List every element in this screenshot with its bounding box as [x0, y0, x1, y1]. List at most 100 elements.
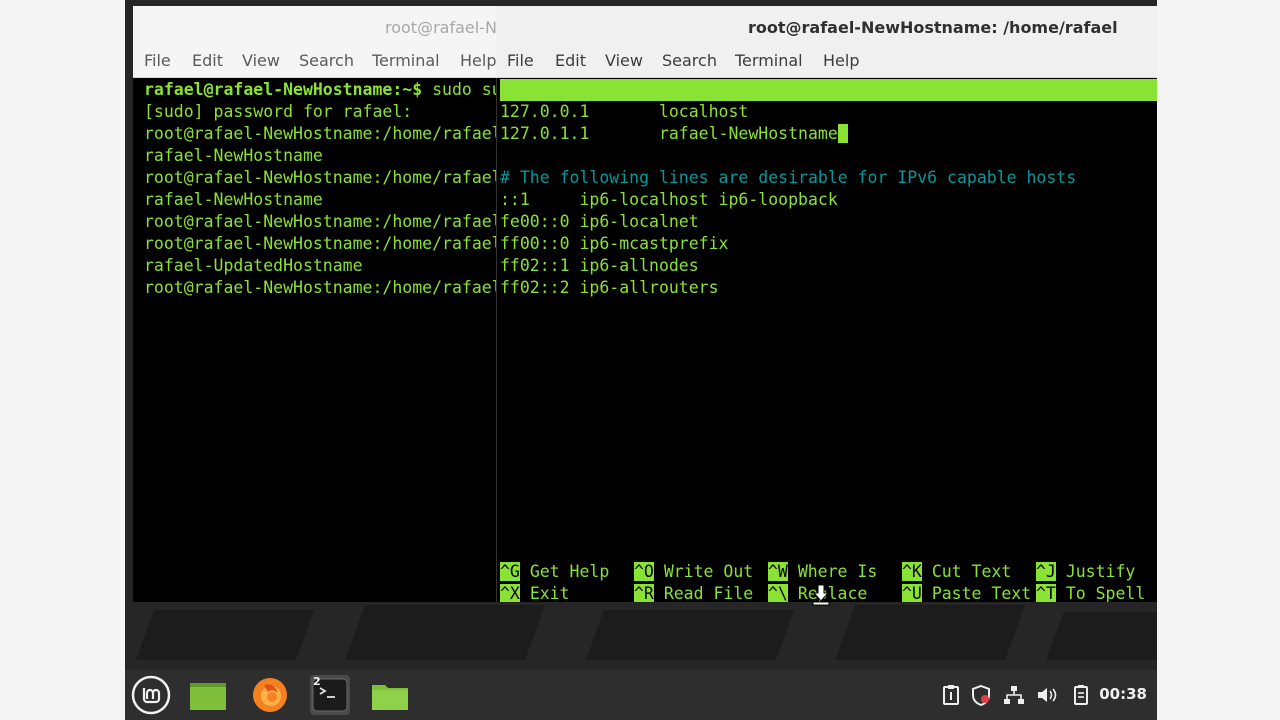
front-terminal-window[interactable]: root@rafael-NewHostname: /home/rafael Fi…	[496, 6, 1157, 602]
show-desktop-icon	[190, 683, 226, 710]
shortcut-key: ^U	[902, 584, 922, 602]
window-title: root@rafael-NewHostname: /home/rafael	[385, 18, 513, 37]
wallpaper-tile	[135, 610, 315, 660]
terminal-taskbar-button[interactable]: 2	[310, 675, 350, 715]
prompt-command: sudo su	[432, 80, 502, 99]
window-title: root@rafael-NewHostname: /home/rafael	[748, 18, 1118, 37]
window-titlebar[interactable]: root@rafael-NewHostname: /home/rafael	[133, 6, 513, 46]
terminal-line: root@rafael-NewHostname:/home/rafael# ho…	[144, 168, 512, 187]
menu-bar: File Edit View Search Terminal Help	[496, 46, 1157, 78]
terminal-line: root@rafael-NewHostname:/home/rafael# na…	[144, 278, 512, 297]
file-comment-line: # The following lines are desirable for …	[500, 168, 1077, 187]
show-desktop-button[interactable]	[188, 675, 228, 715]
shortcut-key: ^G	[500, 562, 520, 581]
shortcut-label: To Spell	[1065, 584, 1146, 602]
menu-bar: File Edit View Search Terminal Help	[133, 46, 513, 78]
shortcut-label: Write Out	[663, 562, 754, 581]
shortcut-write-out[interactable]: ^O Write Out	[634, 561, 753, 583]
clipboard-icon[interactable]	[940, 684, 962, 706]
shortcut-key: ^R	[634, 584, 654, 602]
file-line: ff00::0 ip6-mcastprefix	[500, 234, 729, 253]
file-line: ff02::2 ip6-allrouters	[500, 278, 719, 297]
shortcut-read-file[interactable]: ^R Read File	[634, 583, 753, 602]
shortcut-key: ^K	[902, 562, 922, 581]
file-line: 127.0.0.1 localhost	[500, 102, 749, 121]
nano-filename: /etc/hosts	[881, 124, 981, 143]
clock[interactable]: 00:38	[1099, 685, 1147, 703]
file-line-current: 127.0.1.1 rafael-NewHostname	[500, 123, 848, 145]
menu-help[interactable]: Help	[460, 51, 496, 71]
menu-file[interactable]: File	[144, 51, 171, 71]
terminal-line: root@rafael-NewHostname:/home/rafael# ho…	[144, 234, 512, 253]
terminal-line: root@rafael-NewHostname:/home/rafael# ho…	[144, 124, 512, 143]
menu-terminal[interactable]: Terminal	[735, 51, 803, 71]
shortcut-key: ^J	[1036, 562, 1056, 581]
mouse-cursor-icon	[812, 584, 830, 606]
file-line: ff02::1 ip6-allnodes	[500, 256, 699, 275]
wallpaper-tile	[834, 605, 1026, 660]
volume-icon[interactable]	[1036, 684, 1058, 706]
mint-menu-button[interactable]	[131, 675, 171, 715]
taskbar: 2 00:38	[125, 670, 1157, 720]
file-line: fe00::0 ip6-localnet	[500, 212, 699, 231]
network-icon[interactable]	[1003, 684, 1025, 706]
mint-menu-icon	[131, 675, 171, 715]
shortcut-label: Where Is	[797, 562, 878, 581]
menu-view[interactable]: View	[605, 51, 643, 71]
file-line: ::1 ip6-localhost ip6-loopback	[500, 190, 838, 209]
menu-edit[interactable]: Edit	[555, 51, 586, 71]
shield-icon[interactable]	[970, 684, 992, 707]
shortcut-where-is[interactable]: ^W Where Is	[768, 561, 877, 583]
shortcut-get-help[interactable]: ^G Get Help	[500, 561, 609, 583]
menu-help[interactable]: Help	[823, 51, 859, 71]
nano-header-bar: GNU nano 4.8 /etc/hosts	[500, 79, 1157, 143]
shortcut-justify[interactable]: ^J Justify	[1036, 561, 1135, 583]
wallpaper-tile	[585, 610, 795, 660]
shortcut-exit[interactable]: ^X Exit	[500, 583, 570, 602]
files-button[interactable]	[370, 675, 410, 715]
firefox-button[interactable]	[250, 675, 290, 715]
shortcut-label: Get Help	[529, 562, 610, 581]
shortcut-key: ^\	[768, 584, 788, 602]
menu-view[interactable]: View	[242, 51, 280, 71]
menu-search[interactable]: Search	[662, 51, 717, 71]
text-cursor	[837, 124, 848, 143]
desktop: root@rafael-NewHostname: /home/rafael Fi…	[125, 0, 1157, 720]
menu-file[interactable]: File	[507, 51, 534, 71]
terminal-line: root@rafael-NewHostname:/home/rafael# ho…	[144, 212, 512, 231]
terminal-line: rafael-NewHostname	[144, 190, 323, 209]
window-titlebar[interactable]: root@rafael-NewHostname: /home/rafael	[496, 6, 1157, 46]
shortcut-key: ^X	[500, 584, 520, 602]
menu-edit[interactable]: Edit	[192, 51, 223, 71]
file-line: 127.0.1.1 rafael-NewHostname	[500, 124, 838, 143]
shortcut-label: Cut Text	[931, 562, 1012, 581]
terminal-prompt-line: rafael@rafael-NewHostname:~$ sudo su	[144, 79, 502, 101]
shortcut-label: Replace	[797, 584, 868, 602]
firefox-icon	[253, 678, 287, 712]
menu-terminal[interactable]: Terminal	[372, 51, 440, 71]
terminal-line: rafael-NewHostname	[144, 146, 323, 165]
terminal-line: rafael-UpdatedHostname	[144, 256, 363, 275]
terminal-line: [sudo] password for rafael:	[144, 102, 413, 121]
window-count-badge: 2	[313, 675, 321, 688]
wallpaper-tile	[344, 605, 546, 660]
back-terminal-window[interactable]: root@rafael-NewHostname: /home/rafael Fi…	[133, 6, 513, 602]
shortcut-label: Read File	[663, 584, 754, 602]
files-icon	[372, 685, 408, 710]
shortcut-paste-text[interactable]: ^U Paste Text	[902, 583, 1031, 602]
shortcut-label: Paste Text	[931, 584, 1032, 602]
menu-search[interactable]: Search	[299, 51, 354, 71]
terminal-output[interactable]: rafael@rafael-NewHostname:~$ sudo su [su…	[133, 78, 513, 602]
shortcut-to-spell[interactable]: ^T To Spell	[1036, 583, 1145, 602]
shortcut-label: Exit	[529, 584, 570, 602]
prompt-user-host: rafael@rafael-NewHostname	[144, 80, 393, 99]
shortcut-key: ^O	[634, 562, 654, 581]
shortcut-key: ^W	[768, 562, 788, 581]
shortcut-cut-text[interactable]: ^K Cut Text	[902, 561, 1011, 583]
nano-editor[interactable]: GNU nano 4.8 /etc/hosts 127.0.0.1 localh…	[496, 78, 1157, 602]
shortcut-key: ^T	[1036, 584, 1056, 602]
shortcut-label: Justify	[1065, 562, 1136, 581]
prompt-path: :~$	[392, 80, 433, 99]
battery-icon[interactable]	[1070, 684, 1092, 706]
wallpaper-tile	[1046, 612, 1157, 660]
